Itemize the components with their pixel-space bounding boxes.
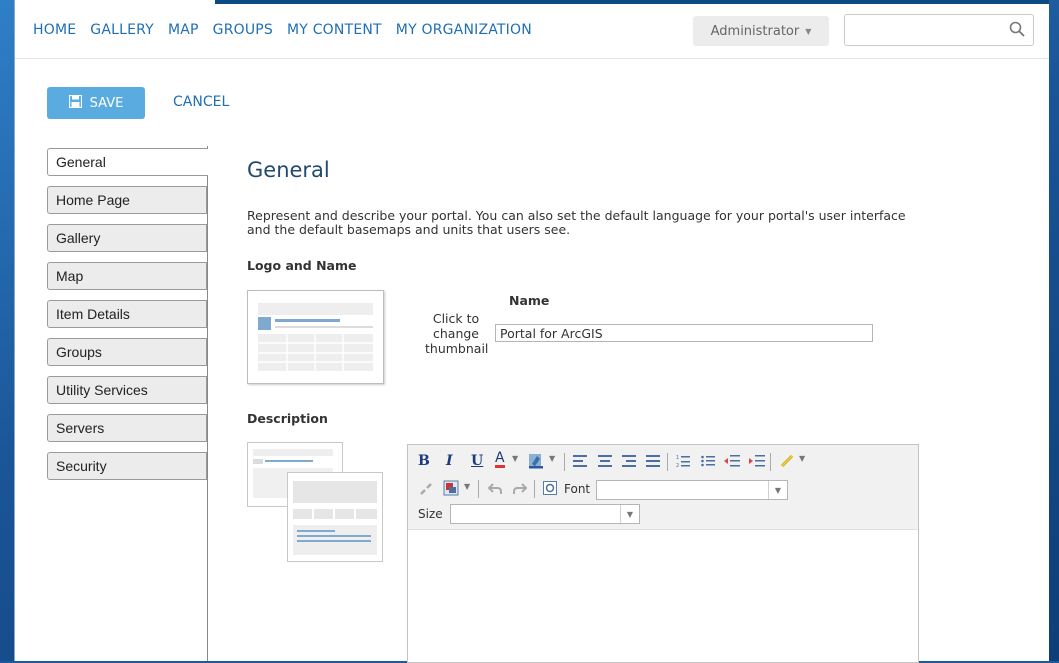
tab-general[interactable]: General bbox=[47, 148, 208, 176]
chevron-down-icon: ▼ bbox=[768, 481, 787, 499]
nav-map[interactable]: MAP bbox=[168, 22, 199, 38]
editor-toolbar: B I U A ▼ ▼ 12 ▼ ▼ Font ▼ Size ▼ bbox=[408, 445, 918, 530]
settings-sidebar: General Home Page Gallery Map Item Detai… bbox=[47, 148, 208, 490]
nav-gallery[interactable]: GALLERY bbox=[90, 22, 154, 38]
name-label: Name bbox=[509, 293, 550, 308]
align-center-icon[interactable] bbox=[598, 455, 612, 467]
floppy-disk-icon bbox=[68, 94, 82, 112]
search-box bbox=[844, 14, 1034, 46]
svg-text:1: 1 bbox=[676, 455, 679, 461]
link-dropdown-icon[interactable]: ▼ bbox=[799, 454, 805, 463]
font-select[interactable]: ▼ bbox=[596, 480, 788, 500]
justify-icon[interactable] bbox=[646, 455, 660, 467]
nav-my-organization[interactable]: MY ORGANIZATION bbox=[396, 22, 532, 38]
font-color-dropdown-icon[interactable]: ▼ bbox=[512, 454, 518, 463]
chevron-down-icon: ▼ bbox=[620, 505, 639, 523]
font-label: Font bbox=[564, 482, 591, 496]
bullet-list-icon[interactable] bbox=[701, 454, 715, 468]
save-label: SAVE bbox=[89, 95, 124, 111]
link-icon[interactable] bbox=[779, 453, 795, 469]
description-editor: B I U A ▼ ▼ 12 ▼ ▼ Font ▼ Size ▼ bbox=[407, 444, 919, 663]
undo-icon[interactable] bbox=[487, 481, 503, 497]
nav-my-content[interactable]: MY CONTENT bbox=[287, 22, 382, 38]
unlink-icon[interactable] bbox=[418, 481, 434, 497]
sidebar-divider bbox=[207, 146, 208, 661]
caret-down-icon: ▼ bbox=[805, 26, 812, 36]
nav-groups[interactable]: GROUPS bbox=[213, 22, 273, 38]
page-title: General bbox=[247, 158, 330, 182]
size-label: Size bbox=[418, 507, 443, 521]
tab-servers[interactable]: Servers bbox=[47, 414, 207, 442]
tab-groups[interactable]: Groups bbox=[47, 338, 207, 366]
image-dropdown-icon[interactable]: ▼ bbox=[464, 482, 470, 491]
outdent-icon[interactable] bbox=[724, 454, 740, 468]
numbered-list-icon[interactable]: 12 bbox=[676, 454, 690, 468]
tab-utility-services[interactable]: Utility Services bbox=[47, 376, 207, 404]
description-label: Description bbox=[247, 411, 328, 426]
align-right-icon[interactable] bbox=[622, 455, 636, 467]
redo-icon[interactable] bbox=[512, 481, 528, 497]
tab-security[interactable]: Security bbox=[47, 452, 207, 480]
main-nav: HOME GALLERY MAP GROUPS MY CONTENT MY OR… bbox=[33, 22, 546, 38]
html-source-icon[interactable] bbox=[542, 480, 558, 496]
italic-icon[interactable]: I bbox=[446, 453, 453, 469]
user-menu-label: Administrator bbox=[710, 23, 800, 39]
description-placeholder-icon bbox=[247, 442, 387, 566]
top-navigation-bar: HOME GALLERY MAP GROUPS MY CONTENT MY OR… bbox=[15, 0, 1049, 59]
cancel-button[interactable]: CANCEL bbox=[173, 94, 229, 110]
save-button[interactable]: SAVE bbox=[47, 87, 145, 119]
toolbar-separator bbox=[770, 453, 771, 471]
font-select-value bbox=[597, 485, 601, 499]
size-select[interactable]: ▼ bbox=[450, 504, 640, 524]
intro-text: Represent and describe your portal. You … bbox=[247, 208, 906, 237]
nav-home[interactable]: HOME bbox=[33, 22, 76, 38]
toolbar-separator bbox=[564, 453, 565, 471]
font-color-icon[interactable]: A bbox=[495, 451, 505, 468]
portal-name-field[interactable] bbox=[495, 324, 873, 342]
toolbar-separator bbox=[667, 453, 668, 471]
highlight-color-icon[interactable] bbox=[528, 453, 544, 469]
highlight-dropdown-icon[interactable]: ▼ bbox=[549, 454, 555, 463]
svg-text:2: 2 bbox=[676, 463, 679, 468]
tab-home-page[interactable]: Home Page bbox=[47, 186, 207, 214]
editor-content-area[interactable] bbox=[408, 530, 918, 662]
portal-thumbnail[interactable] bbox=[247, 290, 384, 384]
user-menu-button[interactable]: Administrator ▼ bbox=[693, 16, 829, 46]
bold-icon[interactable]: B bbox=[418, 453, 430, 469]
underline-icon[interactable]: U bbox=[471, 453, 483, 469]
thumbnail-placeholder-icon bbox=[258, 303, 373, 371]
tab-item-details[interactable]: Item Details bbox=[47, 300, 207, 328]
insert-image-icon[interactable] bbox=[443, 480, 459, 496]
change-thumbnail-link[interactable]: Click to change thumbnail bbox=[425, 311, 488, 356]
toolbar-separator bbox=[478, 480, 479, 498]
toolbar-separator bbox=[534, 480, 535, 498]
align-left-icon[interactable] bbox=[573, 455, 587, 467]
search-icon[interactable] bbox=[1009, 21, 1025, 41]
logo-section-label: Logo and Name bbox=[247, 258, 357, 273]
search-input[interactable] bbox=[851, 15, 1005, 45]
tab-map[interactable]: Map bbox=[47, 262, 207, 290]
portal-window: HOME GALLERY MAP GROUPS MY CONTENT MY OR… bbox=[14, 0, 1049, 663]
indent-icon[interactable] bbox=[749, 454, 765, 468]
tab-gallery[interactable]: Gallery bbox=[47, 224, 207, 252]
size-select-value bbox=[451, 509, 455, 523]
